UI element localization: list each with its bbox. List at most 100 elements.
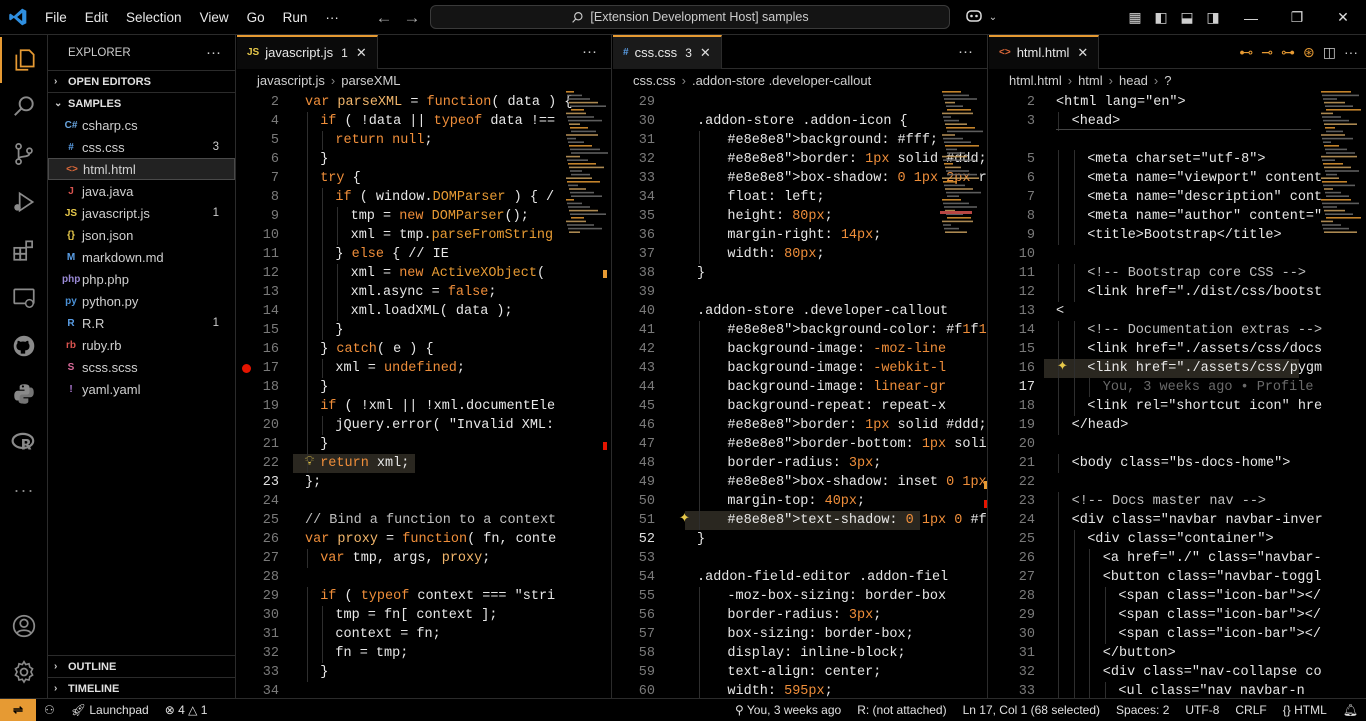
menu-more-icon[interactable]: ··· xyxy=(316,0,348,35)
extensions-icon[interactable] xyxy=(0,227,48,273)
timeline-section[interactable]: › TIMELINE xyxy=(48,677,235,699)
menu-item-run[interactable]: Run xyxy=(274,0,317,35)
close-tab-icon[interactable]: ✕ xyxy=(700,45,711,61)
file-item[interactable]: R R.R 1 xyxy=(48,312,235,334)
cursor-position[interactable]: Ln 17, Col 1 (68 selected) xyxy=(955,703,1108,717)
settings-gear-icon[interactable] xyxy=(0,649,48,695)
close-icon[interactable]: ✕ xyxy=(1320,9,1366,26)
outline-section[interactable]: › OUTLINE xyxy=(48,655,235,677)
editor-more-actions-icon[interactable]: ··· xyxy=(582,35,597,69)
more-actions-icon[interactable]: ··· xyxy=(1344,44,1358,60)
r-language-icon[interactable]: R xyxy=(0,419,48,465)
file-item[interactable]: C# csharp.cs xyxy=(48,114,235,136)
open-editors-section[interactable]: › OPEN EDITORS xyxy=(48,70,235,92)
explorer-icon[interactable] xyxy=(0,37,48,83)
breadcrumb-item[interactable]: css.css xyxy=(633,73,676,88)
code-editor[interactable]: 2 <html lang="en"> 3 <head> 5 <meta charset="… xyxy=(989,91,1366,698)
language-mode-button[interactable]: {} HTML xyxy=(1275,703,1335,717)
code-editor[interactable]: 2 var parseXML = function( data ) {4 if ( … xyxy=(237,91,611,698)
menu-item-view[interactable]: View xyxy=(191,0,238,35)
breadcrumb-item[interactable]: head xyxy=(1119,73,1148,88)
back-arrow-icon[interactable]: ← xyxy=(370,8,398,28)
breadcrumb-item[interactable]: javascript.js xyxy=(257,73,325,88)
file-item[interactable]: php php.php xyxy=(48,268,235,290)
code-editor[interactable]: 29 30 .addon-store .addon-icon {31 #e8e8e8"… xyxy=(613,91,987,698)
restore-icon[interactable]: ❐ xyxy=(1274,9,1320,26)
more-views-icon[interactable]: ··· xyxy=(0,467,48,513)
split-editor-icon[interactable]: ◫ xyxy=(1323,44,1336,61)
file-item[interactable]: # css.css 3 xyxy=(48,136,235,158)
command-center-search[interactable]: [Extension Development Host] samples xyxy=(430,5,950,29)
breadcrumb-item[interactable]: .addon-store .developer-callout xyxy=(692,73,871,88)
tab-javascript-js[interactable]: JS javascript.js 1 ✕ xyxy=(237,35,378,69)
eol-button[interactable]: CRLF xyxy=(1227,703,1274,717)
problems-button[interactable]: ⊗ 4 △ 1 xyxy=(157,703,216,717)
r-session-button[interactable]: R: (not attached) xyxy=(849,703,954,717)
menu-item-edit[interactable]: Edit xyxy=(76,0,117,35)
code-line: <!-- Docs master nav --> xyxy=(1071,494,1267,509)
previous-change-icon[interactable]: ⊸ xyxy=(1261,44,1273,61)
remote-indicator-icon[interactable]: ⇌ xyxy=(0,698,36,721)
minimap[interactable] xyxy=(940,91,986,241)
copilot-icon[interactable] xyxy=(962,8,986,27)
encoding-button[interactable]: UTF-8 xyxy=(1177,703,1227,717)
file-name: php.php xyxy=(82,271,129,287)
code-line: } xyxy=(320,152,329,167)
breakpoint-icon[interactable] xyxy=(242,364,251,373)
breadcrumb-item[interactable]: ? xyxy=(1164,73,1171,88)
source-control-icon[interactable] xyxy=(0,131,48,177)
menu-item-selection[interactable]: Selection xyxy=(117,0,191,35)
samples-folder-section[interactable]: ⌄ SAMPLES xyxy=(48,92,235,114)
tab-html-html[interactable]: <> html.html ✕ xyxy=(989,35,1100,69)
toggle-secondary-sidebar-icon[interactable]: ◨ xyxy=(1200,9,1226,26)
line-number: 59 xyxy=(638,665,655,680)
run-debug-icon[interactable] xyxy=(0,179,48,225)
close-tab-icon[interactable]: ✕ xyxy=(356,45,367,61)
breadcrumb-item[interactable]: html.html xyxy=(1009,73,1062,88)
minimap[interactable] xyxy=(564,91,610,241)
indentation-button[interactable]: Spaces: 2 xyxy=(1108,703,1177,717)
close-tab-icon[interactable]: ✕ xyxy=(1077,45,1088,61)
file-item[interactable]: py python.py xyxy=(48,290,235,312)
open-changes-icon[interactable]: ⊷ xyxy=(1239,44,1253,61)
tab-css-css[interactable]: # css.css 3 ✕ xyxy=(613,35,722,69)
file-item[interactable]: Mmarkdown.md xyxy=(48,246,235,268)
minimize-icon[interactable]: — xyxy=(1228,10,1274,26)
remote-explorer-icon[interactable] xyxy=(0,275,48,321)
toggle-sidebar-icon[interactable]: ◧ xyxy=(1148,9,1174,26)
file-item[interactable]: <> html.html xyxy=(48,158,235,180)
accounts-status-icon[interactable]: ⚇ xyxy=(36,703,63,717)
customize-layout-icon[interactable]: ▦ xyxy=(1122,9,1148,26)
file-item[interactable]: Sscss.scss xyxy=(48,356,235,378)
breadcrumb-item[interactable]: html xyxy=(1078,73,1103,88)
minimap[interactable] xyxy=(1319,91,1365,241)
line-number: 31 xyxy=(1018,646,1035,661)
file-item[interactable]: rb ruby.rb xyxy=(48,334,235,356)
forward-arrow-icon[interactable]: → xyxy=(398,8,426,28)
toggle-panel-icon[interactable]: ⬓ xyxy=(1174,9,1200,26)
more-actions-icon[interactable]: ··· xyxy=(206,44,221,61)
chevron-down-icon[interactable]: ⌄ xyxy=(986,12,1000,23)
editor-more-actions-icon[interactable]: ··· xyxy=(958,35,973,69)
file-item[interactable]: Jjava.java xyxy=(48,180,235,202)
menu-item-go[interactable]: Go xyxy=(238,0,274,35)
git-blame-button[interactable]: ⚲ You, 3 weeks ago xyxy=(727,703,849,717)
file-item[interactable]: {} json.json xyxy=(48,224,235,246)
notifications-bell-icon[interactable]: 🔔︎ xyxy=(1335,703,1366,717)
git-lens-icon[interactable]: ⊛ xyxy=(1303,44,1315,61)
file-item[interactable]: JS javascript.js 1 xyxy=(48,202,235,224)
breadcrumb-item[interactable]: parseXML xyxy=(341,73,400,88)
menu-item-file[interactable]: File xyxy=(36,0,76,35)
lightbulb-icon[interactable]: 💡︎ xyxy=(305,454,314,469)
indent-guide xyxy=(1073,150,1075,169)
file-item[interactable]: ! yaml.yaml xyxy=(48,378,235,400)
indent-guide xyxy=(322,302,324,321)
sparkle-icon[interactable]: ✦ xyxy=(1057,359,1068,374)
github-icon[interactable] xyxy=(0,323,48,369)
sparkle-icon[interactable]: ✦ xyxy=(679,511,690,526)
accounts-icon[interactable] xyxy=(0,603,48,649)
launchpad-button[interactable]: 🚀︎ Launchpad xyxy=(63,703,157,717)
search-view-icon[interactable] xyxy=(0,83,48,129)
next-change-icon[interactable]: ⊶ xyxy=(1281,44,1295,61)
python-icon[interactable] xyxy=(0,371,48,417)
